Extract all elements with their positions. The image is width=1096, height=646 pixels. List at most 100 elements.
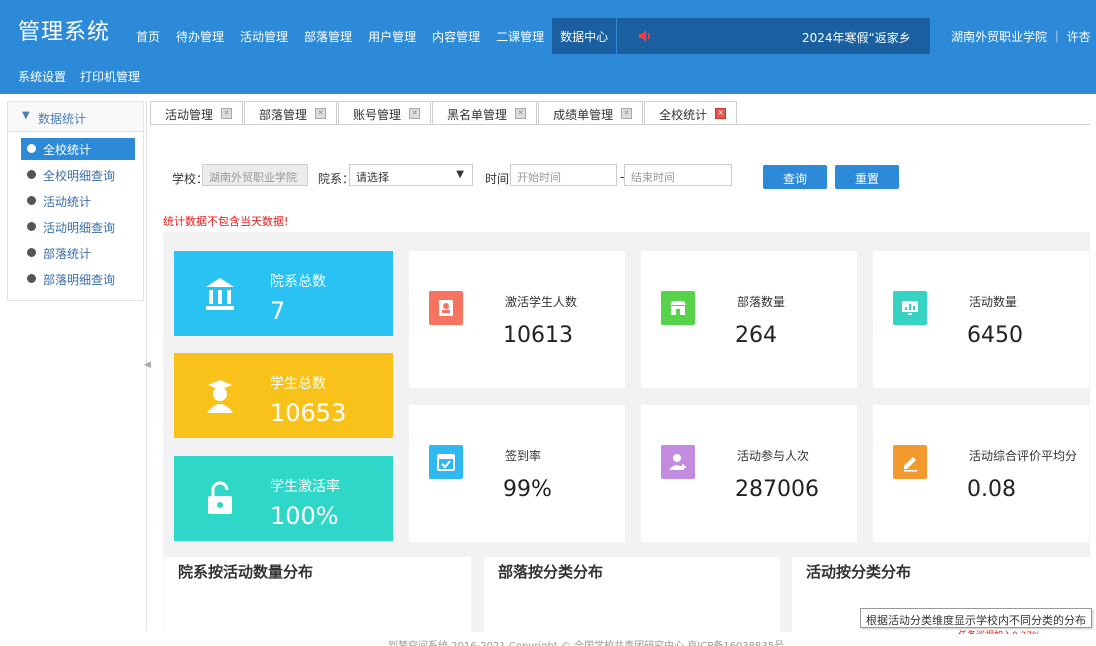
nav-home[interactable]: 首页 bbox=[128, 18, 168, 54]
nav-content[interactable]: 内容管理 bbox=[424, 18, 488, 54]
activation-rate-value: 100% bbox=[270, 502, 339, 530]
tribe-count-card: 部落数量 264 bbox=[641, 251, 857, 388]
sub-nav: 系统设置 打印机管理 bbox=[18, 68, 140, 85]
bullet-icon bbox=[27, 274, 36, 283]
user-info[interactable]: 湖南外贸职业学院 ｜ 许杏 bbox=[951, 28, 1091, 45]
dept-select-value: 请选择 bbox=[356, 171, 389, 184]
notice-text: 2024年寒假“返家乡 bbox=[802, 31, 911, 45]
sidebar-item-label: 部落明细查询 bbox=[43, 273, 116, 287]
nav-data-center[interactable]: 数据中心 bbox=[552, 18, 617, 54]
monitor-chart-icon bbox=[893, 291, 927, 325]
nav-activity[interactable]: 活动管理 bbox=[232, 18, 296, 54]
tab-label: 账号管理 bbox=[353, 108, 402, 122]
unlock-icon bbox=[208, 481, 232, 514]
activity-count-card: 活动数量 6450 bbox=[873, 251, 1089, 388]
close-icon[interactable]: ✕ bbox=[315, 108, 327, 119]
bullet-icon bbox=[27, 196, 36, 205]
nav-second-class[interactable]: 二课管理 bbox=[488, 18, 552, 54]
nav-user[interactable]: 用户管理 bbox=[360, 18, 424, 54]
student-total-value: 10653 bbox=[270, 399, 347, 427]
nav-tribe[interactable]: 部落管理 bbox=[296, 18, 360, 54]
bullet-icon bbox=[27, 248, 36, 257]
subnav-settings[interactable]: 系统设置 bbox=[18, 68, 66, 85]
footer-copyright: 到梦空间系统 2016-2021 Copyright © 全国学校共青团研究中心… bbox=[388, 637, 784, 646]
panel-title: 院系按活动数量分布 bbox=[178, 563, 314, 581]
participation-label: 活动参与人次 bbox=[737, 449, 810, 463]
sidebar: ▼ 数据统计 全校统计 全校明细查询 活动统计 活动明细查询 部落统计 部落明细… bbox=[7, 101, 144, 301]
avg-score-card: 活动综合评价平均分 0.08 bbox=[873, 405, 1089, 542]
tribe-category-panel: 部落按分类分布 bbox=[484, 557, 780, 632]
activity-count-value: 6450 bbox=[967, 323, 1023, 348]
dept-select[interactable]: 请选择 ▼ bbox=[349, 164, 473, 186]
tab-school-stats[interactable]: 全校统计 ✕ bbox=[644, 101, 738, 125]
activated-students-label: 激活学生人数 bbox=[505, 295, 578, 309]
notice-bar[interactable]: 2024年寒假“返家乡 bbox=[617, 18, 930, 54]
tab-bar: 活动管理 ✕ 部落管理 ✕ 账号管理 ✕ 黑名单管理 ✕ 成绩单管理 ✕ 全校统计 ✕ bbox=[150, 101, 738, 125]
chevron-down-icon: ▼ bbox=[22, 110, 30, 121]
close-icon[interactable]: ✕ bbox=[409, 108, 421, 119]
tab-account[interactable]: 账号管理 ✕ bbox=[338, 101, 432, 125]
tab-transcript[interactable]: 成绩单管理 ✕ bbox=[538, 101, 644, 125]
nav-todo[interactable]: 待办管理 bbox=[168, 18, 232, 54]
sidebar-item-label: 活动统计 bbox=[43, 195, 92, 209]
activation-rate-card: 学生激活率 100% bbox=[174, 456, 393, 541]
activated-students-card: 激活学生人数 10613 bbox=[409, 251, 625, 388]
storefront-icon bbox=[661, 291, 695, 325]
sidebar-group-label: 数据统计 bbox=[38, 112, 87, 126]
end-time-input[interactable]: 结束时间 bbox=[624, 164, 732, 186]
sidebar-item-label: 部落统计 bbox=[43, 247, 92, 261]
panel-title: 部落按分类分布 bbox=[498, 563, 604, 581]
sidebar-item-tribe-detail[interactable]: 部落明细查询 bbox=[21, 268, 135, 290]
sidebar-item-school-detail[interactable]: 全校明细查询 bbox=[21, 164, 135, 186]
sidebar-item-label: 全校统计 bbox=[43, 143, 92, 157]
contact-book-icon bbox=[429, 291, 463, 325]
checkin-rate-label: 签到率 bbox=[505, 449, 542, 463]
bullet-icon bbox=[27, 144, 36, 153]
sidebar-group-header[interactable]: ▼ 数据统计 bbox=[8, 102, 143, 132]
student-total-card: 学生总数 10653 bbox=[174, 353, 393, 438]
close-icon[interactable]: ✕ bbox=[715, 108, 727, 119]
query-button[interactable]: 查询 bbox=[763, 165, 827, 189]
tab-blacklist[interactable]: 黑名单管理 ✕ bbox=[432, 101, 538, 125]
tab-underline bbox=[150, 124, 1090, 125]
tab-label: 活动管理 bbox=[165, 108, 214, 122]
close-icon[interactable]: ✕ bbox=[221, 108, 233, 119]
participation-card: 活动参与人次 287006 bbox=[641, 405, 857, 542]
tab-label: 部落管理 bbox=[259, 108, 308, 122]
tab-label: 成绩单管理 bbox=[553, 108, 614, 122]
tab-tribe[interactable]: 部落管理 ✕ bbox=[244, 101, 338, 125]
app-logo: 管理系统 bbox=[18, 20, 111, 45]
avg-score-value: 0.08 bbox=[967, 477, 1016, 502]
sidebar-item-activity-stats[interactable]: 活动统计 bbox=[21, 190, 135, 212]
graduate-icon bbox=[207, 380, 233, 413]
close-icon[interactable]: ✕ bbox=[621, 108, 633, 119]
dept-total-label: 院系总数 bbox=[270, 274, 326, 290]
sidebar-item-school-stats[interactable]: 全校统计 bbox=[21, 138, 135, 160]
pen-icon bbox=[893, 445, 927, 479]
tooltip-underlay-text: 任务巡视如入0.27% bbox=[958, 628, 1041, 634]
checkin-rate-value: 99% bbox=[503, 477, 552, 502]
bank-icon bbox=[206, 278, 234, 310]
panel-title: 活动按分类分布 bbox=[806, 563, 912, 581]
tribe-count-label: 部落数量 bbox=[737, 295, 786, 309]
tribe-count-value: 264 bbox=[735, 323, 777, 348]
chevron-down-icon: ▼ bbox=[456, 169, 464, 180]
reset-button[interactable]: 重置 bbox=[835, 165, 899, 189]
sidebar-item-label: 全校明细查询 bbox=[43, 169, 116, 183]
close-icon[interactable]: ✕ bbox=[515, 108, 527, 119]
main-nav: 首页 待办管理 活动管理 部落管理 用户管理 内容管理 二课管理 数据中心 bbox=[128, 18, 617, 54]
dept-activity-panel: 院系按活动数量分布 bbox=[164, 557, 471, 632]
tab-activity[interactable]: 活动管理 ✕ bbox=[150, 101, 244, 125]
speaker-icon bbox=[639, 30, 650, 42]
calendar-check-icon bbox=[429, 445, 463, 479]
sidebar-item-activity-detail[interactable]: 活动明细查询 bbox=[21, 216, 135, 238]
student-total-label: 学生总数 bbox=[270, 376, 326, 392]
collapse-arrow-icon[interactable]: ◀ bbox=[144, 360, 151, 370]
participation-value: 287006 bbox=[735, 477, 819, 502]
bullet-icon bbox=[27, 170, 36, 179]
activity-count-label: 活动数量 bbox=[969, 295, 1018, 309]
sidebar-item-tribe-stats[interactable]: 部落统计 bbox=[21, 242, 135, 264]
start-time-input[interactable]: 开始时间 bbox=[510, 164, 617, 186]
sidebar-list: 全校统计 全校明细查询 活动统计 活动明细查询 部落统计 部落明细查询 bbox=[8, 132, 143, 290]
subnav-printer[interactable]: 打印机管理 bbox=[80, 68, 140, 85]
